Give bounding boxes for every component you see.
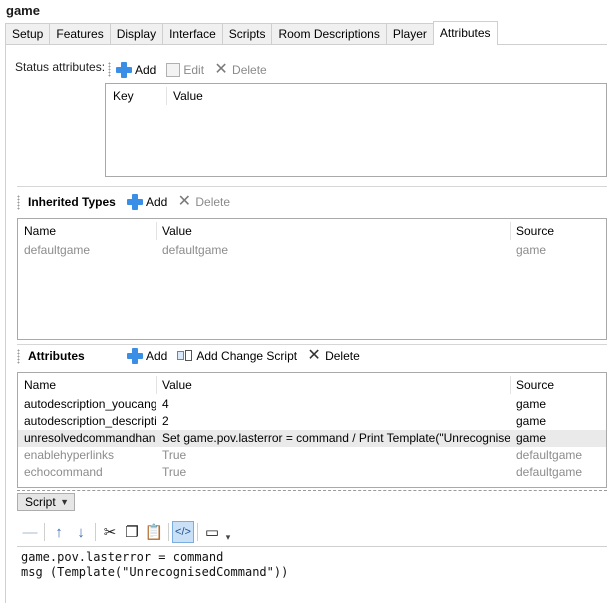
column-header-value[interactable]: Value xyxy=(156,219,192,243)
column-header-name[interactable]: Name xyxy=(18,373,56,397)
tab-strip: Setup Features Display Interface Scripts… xyxy=(5,21,498,45)
inherited-delete-button[interactable]: ✕ Delete xyxy=(177,194,230,210)
add-icon xyxy=(127,194,143,210)
table-row-selected[interactable]: unresolvedcommandhan... Set game.pov.las… xyxy=(18,430,606,447)
move-up-icon[interactable]: ↑ xyxy=(48,521,70,543)
table-row[interactable]: autodescription_youcango 4 game xyxy=(18,396,606,413)
paste-icon[interactable]: 📋 xyxy=(143,521,165,543)
status-add-button[interactable]: Add xyxy=(116,62,156,78)
window-title: game xyxy=(6,3,40,18)
tab-features[interactable]: Features xyxy=(49,23,110,45)
script-mode-dropdown[interactable]: Script ▼ xyxy=(17,493,75,511)
script-toolbar: — ↑ ↓ ✂ ❐ 📋 </> ▭ ▾ xyxy=(19,521,233,543)
section-divider xyxy=(17,344,607,345)
tab-scripts[interactable]: Scripts xyxy=(221,23,272,45)
inherited-types-title: Inherited Types xyxy=(28,195,116,209)
column-header-value[interactable]: Value xyxy=(167,84,203,108)
table-row[interactable]: enablehyperlinks True defaultgame xyxy=(18,447,606,464)
overflow-chevron-icon[interactable]: ▾ xyxy=(223,521,233,543)
script-code-editor[interactable]: game.pov.lasterror = command msg (Templa… xyxy=(17,546,607,603)
inherited-add-button[interactable]: Add xyxy=(127,194,167,210)
inherited-types-toolbar: Add ✕ Delete xyxy=(127,192,240,212)
window-icon[interactable]: ▭ xyxy=(201,521,223,543)
column-header-source[interactable]: Source xyxy=(510,373,554,397)
tab-setup[interactable]: Setup xyxy=(5,23,50,45)
table-row[interactable]: defaultgame defaultgame game xyxy=(18,242,606,259)
cut-icon[interactable]: ✂ xyxy=(99,521,121,543)
minus-icon[interactable]: — xyxy=(19,521,41,543)
toolbar-grip xyxy=(17,195,20,210)
column-header-value[interactable]: Value xyxy=(156,373,192,397)
tab-interface[interactable]: Interface xyxy=(162,23,222,45)
attributes-delete-button[interactable]: ✕ Delete xyxy=(307,347,359,364)
tab-display[interactable]: Display xyxy=(109,23,163,45)
code-line: game.pov.lasterror = command xyxy=(21,550,224,564)
tab-room-descriptions[interactable]: Room Descriptions xyxy=(271,23,386,45)
status-edit-button[interactable]: Edit xyxy=(166,63,204,77)
splitter[interactable] xyxy=(17,490,607,491)
column-header-key[interactable]: Key xyxy=(107,84,134,108)
tab-player[interactable]: Player xyxy=(385,23,433,45)
attributes-toolbar: Add Add Change Script ✕ Delete xyxy=(127,346,370,366)
attributes-add-button[interactable]: Add xyxy=(127,348,167,364)
tab-attributes[interactable]: Attributes xyxy=(432,21,498,45)
status-attributes-label: Status attributes: xyxy=(15,60,106,74)
status-attributes-list[interactable]: Key Value xyxy=(105,83,607,177)
toolbar-grip xyxy=(17,349,20,364)
toolbar-separator xyxy=(95,523,96,541)
code-line: msg (Template("UnrecognisedCommand")) xyxy=(21,565,289,579)
chevron-down-icon: ▼ xyxy=(60,497,69,507)
delete-icon: ✕ xyxy=(214,61,228,78)
attributes-list[interactable]: Name Value Source autodescription_youcan… xyxy=(17,372,607,488)
code-view-icon[interactable]: </> xyxy=(172,521,194,543)
section-divider xyxy=(17,186,607,187)
add-icon xyxy=(116,62,132,78)
table-row[interactable]: autodescription_description 2 game xyxy=(18,413,606,430)
delete-icon: ✕ xyxy=(307,347,321,364)
add-change-script-button[interactable]: Add Change Script xyxy=(177,348,297,364)
delete-icon: ✕ xyxy=(177,193,192,210)
status-attributes-toolbar: Add Edit ✕ Delete xyxy=(116,60,277,80)
list-header: Name Value Source xyxy=(18,219,606,241)
toolbar-separator xyxy=(44,523,45,541)
attributes-title: Attributes xyxy=(28,349,85,363)
change-script-icon xyxy=(177,348,193,364)
status-delete-button[interactable]: ✕ Delete xyxy=(214,61,266,78)
inherited-types-list[interactable]: Name Value Source defaultgame defaultgam… xyxy=(17,218,607,340)
add-icon xyxy=(127,348,143,364)
table-row[interactable]: echocommand True defaultgame xyxy=(18,464,606,481)
list-header: Key Value xyxy=(106,84,606,106)
move-down-icon[interactable]: ↓ xyxy=(70,521,92,543)
list-header: Name Value Source xyxy=(18,373,606,395)
toolbar-separator xyxy=(168,523,169,541)
edit-icon xyxy=(166,63,181,77)
column-header-name[interactable]: Name xyxy=(18,219,56,243)
toolbar-grip xyxy=(108,62,111,77)
copy-icon[interactable]: ❐ xyxy=(121,521,143,543)
column-header-source[interactable]: Source xyxy=(510,219,554,243)
toolbar-separator xyxy=(197,523,198,541)
